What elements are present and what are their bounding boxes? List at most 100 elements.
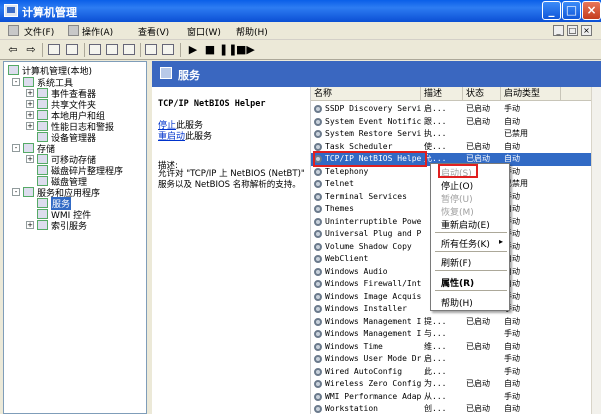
gear-icon bbox=[314, 380, 322, 388]
back-arrow-icon[interactable]: ⇦ bbox=[6, 43, 20, 57]
service-row[interactable]: Windows Time 维... 已启动 自动 bbox=[311, 341, 591, 354]
service-status: 已启动 bbox=[466, 379, 490, 388]
refresh-icon[interactable] bbox=[106, 44, 118, 55]
service-name: Windows Installer bbox=[325, 304, 407, 313]
tree-expander-icon[interactable]: - bbox=[12, 78, 20, 86]
service-name: Windows Management Instr... bbox=[325, 316, 421, 326]
service-row[interactable]: Windows User Mode Driver...启... 手动 bbox=[311, 353, 591, 366]
menu-window[interactable]: 窗口(W) bbox=[187, 25, 221, 38]
service-startup: 手动 bbox=[504, 354, 520, 363]
gear-icon bbox=[314, 242, 322, 251]
console-tree-icon[interactable] bbox=[162, 44, 174, 55]
console-tree[interactable]: 计算机管理(本地) - 系统工具 + 事件查看器 + 共享文件夹 + 本地用户和组 + 性能日志和… bbox=[3, 61, 147, 414]
menu-file[interactable]: 文件(F) bbox=[24, 25, 54, 38]
forward-arrow-icon[interactable]: ⇨ bbox=[24, 43, 38, 57]
service-row[interactable]: Wired AutoConfig 此... 手动 bbox=[311, 366, 591, 379]
play-icon[interactable]: ▶ bbox=[186, 43, 200, 57]
service-row[interactable]: SSDP Discovery Service 启... 已启动 手动 bbox=[311, 103, 591, 116]
minimize-button[interactable]: _ bbox=[542, 1, 561, 20]
context-menu-item[interactable]: 停止(O) bbox=[441, 179, 509, 192]
service-row[interactable]: Windows Management Instr...与... 手动 bbox=[311, 328, 591, 341]
service-startup: 手动 bbox=[504, 366, 520, 376]
help-icon[interactable] bbox=[145, 44, 157, 55]
service-name: Wireless Zero Configuration bbox=[325, 379, 421, 388]
properties-icon[interactable] bbox=[89, 44, 101, 55]
service-row[interactable]: Windows Management Instr...提... 已启动 自动 bbox=[311, 316, 591, 329]
up-folder-icon[interactable] bbox=[48, 44, 60, 55]
tree-expander-icon[interactable]: + bbox=[26, 155, 34, 163]
mdi-minimize-button[interactable]: _ bbox=[553, 25, 564, 36]
tree-node-icon bbox=[37, 176, 48, 186]
service-startup: 手动 bbox=[504, 241, 520, 251]
detail-service-name: TCP/IP NetBIOS Helper bbox=[158, 99, 266, 109]
service-status: 已启动 bbox=[466, 404, 490, 413]
services-icon bbox=[160, 67, 172, 79]
tree-node-icon bbox=[37, 132, 48, 142]
service-row[interactable]: WMI Performance Adapter从... 手动 bbox=[311, 391, 591, 404]
column-header-logon[interactable] bbox=[561, 87, 591, 101]
service-name: Telnet bbox=[325, 179, 354, 188]
gear-icon bbox=[314, 355, 322, 363]
column-header-status[interactable]: 状态 bbox=[463, 87, 501, 101]
service-detail-pane: TCP/IP NetBIOS Helper 停止此服务 重启动此服务 描述: 允… bbox=[152, 87, 310, 414]
pause-icon[interactable]: ❚❚ bbox=[219, 43, 237, 57]
service-name: Windows Image Acquisitio bbox=[325, 291, 421, 301]
service-startup: 自动 bbox=[504, 379, 520, 388]
tree-item-label[interactable]: 设备管理器 bbox=[51, 131, 96, 144]
tree-expander-icon[interactable]: - bbox=[12, 188, 20, 196]
restart-service-link[interactable]: 重启动 bbox=[158, 132, 185, 142]
tree-node-icon bbox=[37, 154, 48, 164]
service-name: Windows Time bbox=[325, 341, 383, 351]
menu-action[interactable]: 操作(A) bbox=[82, 25, 113, 38]
description-text: 允许对 "TCP/IP 上 NetBIOS (NetBT)" 服务以及 NetB… bbox=[158, 169, 305, 190]
title-bar[interactable]: 计算机管理 _ □ × bbox=[0, 0, 601, 22]
show-tree-icon[interactable] bbox=[66, 44, 78, 55]
computer-management-icon bbox=[4, 4, 18, 17]
column-header-startup-type[interactable]: 启动类型 bbox=[501, 87, 561, 101]
service-desc: 与... bbox=[424, 329, 447, 338]
context-menu[interactable]: 启动(S) 停止(O) 暂停(U) 恢复(M) 重新启动(E) 所有任务(K) ▸ 刷新(F)… bbox=[430, 163, 510, 311]
gear-icon bbox=[314, 367, 322, 376]
export-list-icon[interactable] bbox=[123, 44, 135, 55]
menu-view[interactable]: 查看(V) bbox=[138, 25, 169, 38]
close-button[interactable]: × bbox=[582, 1, 601, 20]
tree-node-icon bbox=[23, 77, 34, 87]
tree-expander-icon[interactable]: + bbox=[26, 89, 34, 97]
service-row[interactable]: System Restore Service 执... 已禁用 bbox=[311, 128, 591, 141]
highlight-box bbox=[438, 164, 478, 178]
column-header-name[interactable]: 名称 bbox=[311, 87, 421, 101]
service-row[interactable]: Wireless Zero Configuration为... 已启动 自动 bbox=[311, 378, 591, 391]
tree-expander-icon[interactable]: + bbox=[26, 221, 34, 229]
maximize-button[interactable]: □ bbox=[562, 1, 581, 20]
gear-icon bbox=[314, 142, 322, 151]
service-row[interactable]: System Event Notification跟... 已启动 自动 bbox=[311, 116, 591, 129]
tree-expander-icon[interactable]: - bbox=[12, 144, 20, 152]
context-menu-item[interactable]: 刷新(F) bbox=[441, 256, 509, 269]
context-menu-item[interactable]: 属性(R) bbox=[441, 276, 509, 289]
service-desc: 执... bbox=[424, 129, 447, 138]
restart-icon[interactable]: ■▶ bbox=[236, 43, 255, 57]
column-header-description[interactable]: 描述 bbox=[421, 87, 463, 101]
menu-help[interactable]: 帮助(H) bbox=[236, 25, 268, 38]
service-desc: 启... bbox=[424, 354, 447, 363]
service-row[interactable]: Workstation 创... 已启动 自动 bbox=[311, 403, 591, 414]
service-startup: 手动 bbox=[504, 166, 520, 176]
service-name: Volume Shadow Copy bbox=[325, 241, 412, 251]
tree-node-icon bbox=[23, 187, 34, 197]
stop-icon[interactable]: ■ bbox=[203, 43, 217, 57]
service-startup: 已禁用 bbox=[504, 129, 528, 138]
context-menu-item: 恢复(M) bbox=[441, 208, 474, 218]
context-menu-item[interactable]: 帮助(H) bbox=[441, 296, 509, 309]
tree-expander-icon[interactable]: + bbox=[26, 100, 34, 108]
tree-expander-icon[interactable]: + bbox=[26, 122, 34, 130]
mdi-restore-button[interactable]: □ bbox=[567, 25, 578, 36]
mdi-close-button[interactable]: × bbox=[581, 25, 592, 36]
gear-icon bbox=[314, 317, 322, 326]
tree-expander-icon[interactable]: + bbox=[26, 111, 34, 119]
context-menu-item[interactable]: 重新启动(E) bbox=[441, 218, 509, 231]
tree-item-label[interactable]: 索引服务 bbox=[51, 219, 87, 232]
tree-node-icon bbox=[37, 99, 48, 109]
service-name: Windows Audio bbox=[325, 266, 388, 276]
service-status: 已启动 bbox=[466, 316, 490, 326]
vertical-scrollbar[interactable] bbox=[591, 87, 601, 414]
